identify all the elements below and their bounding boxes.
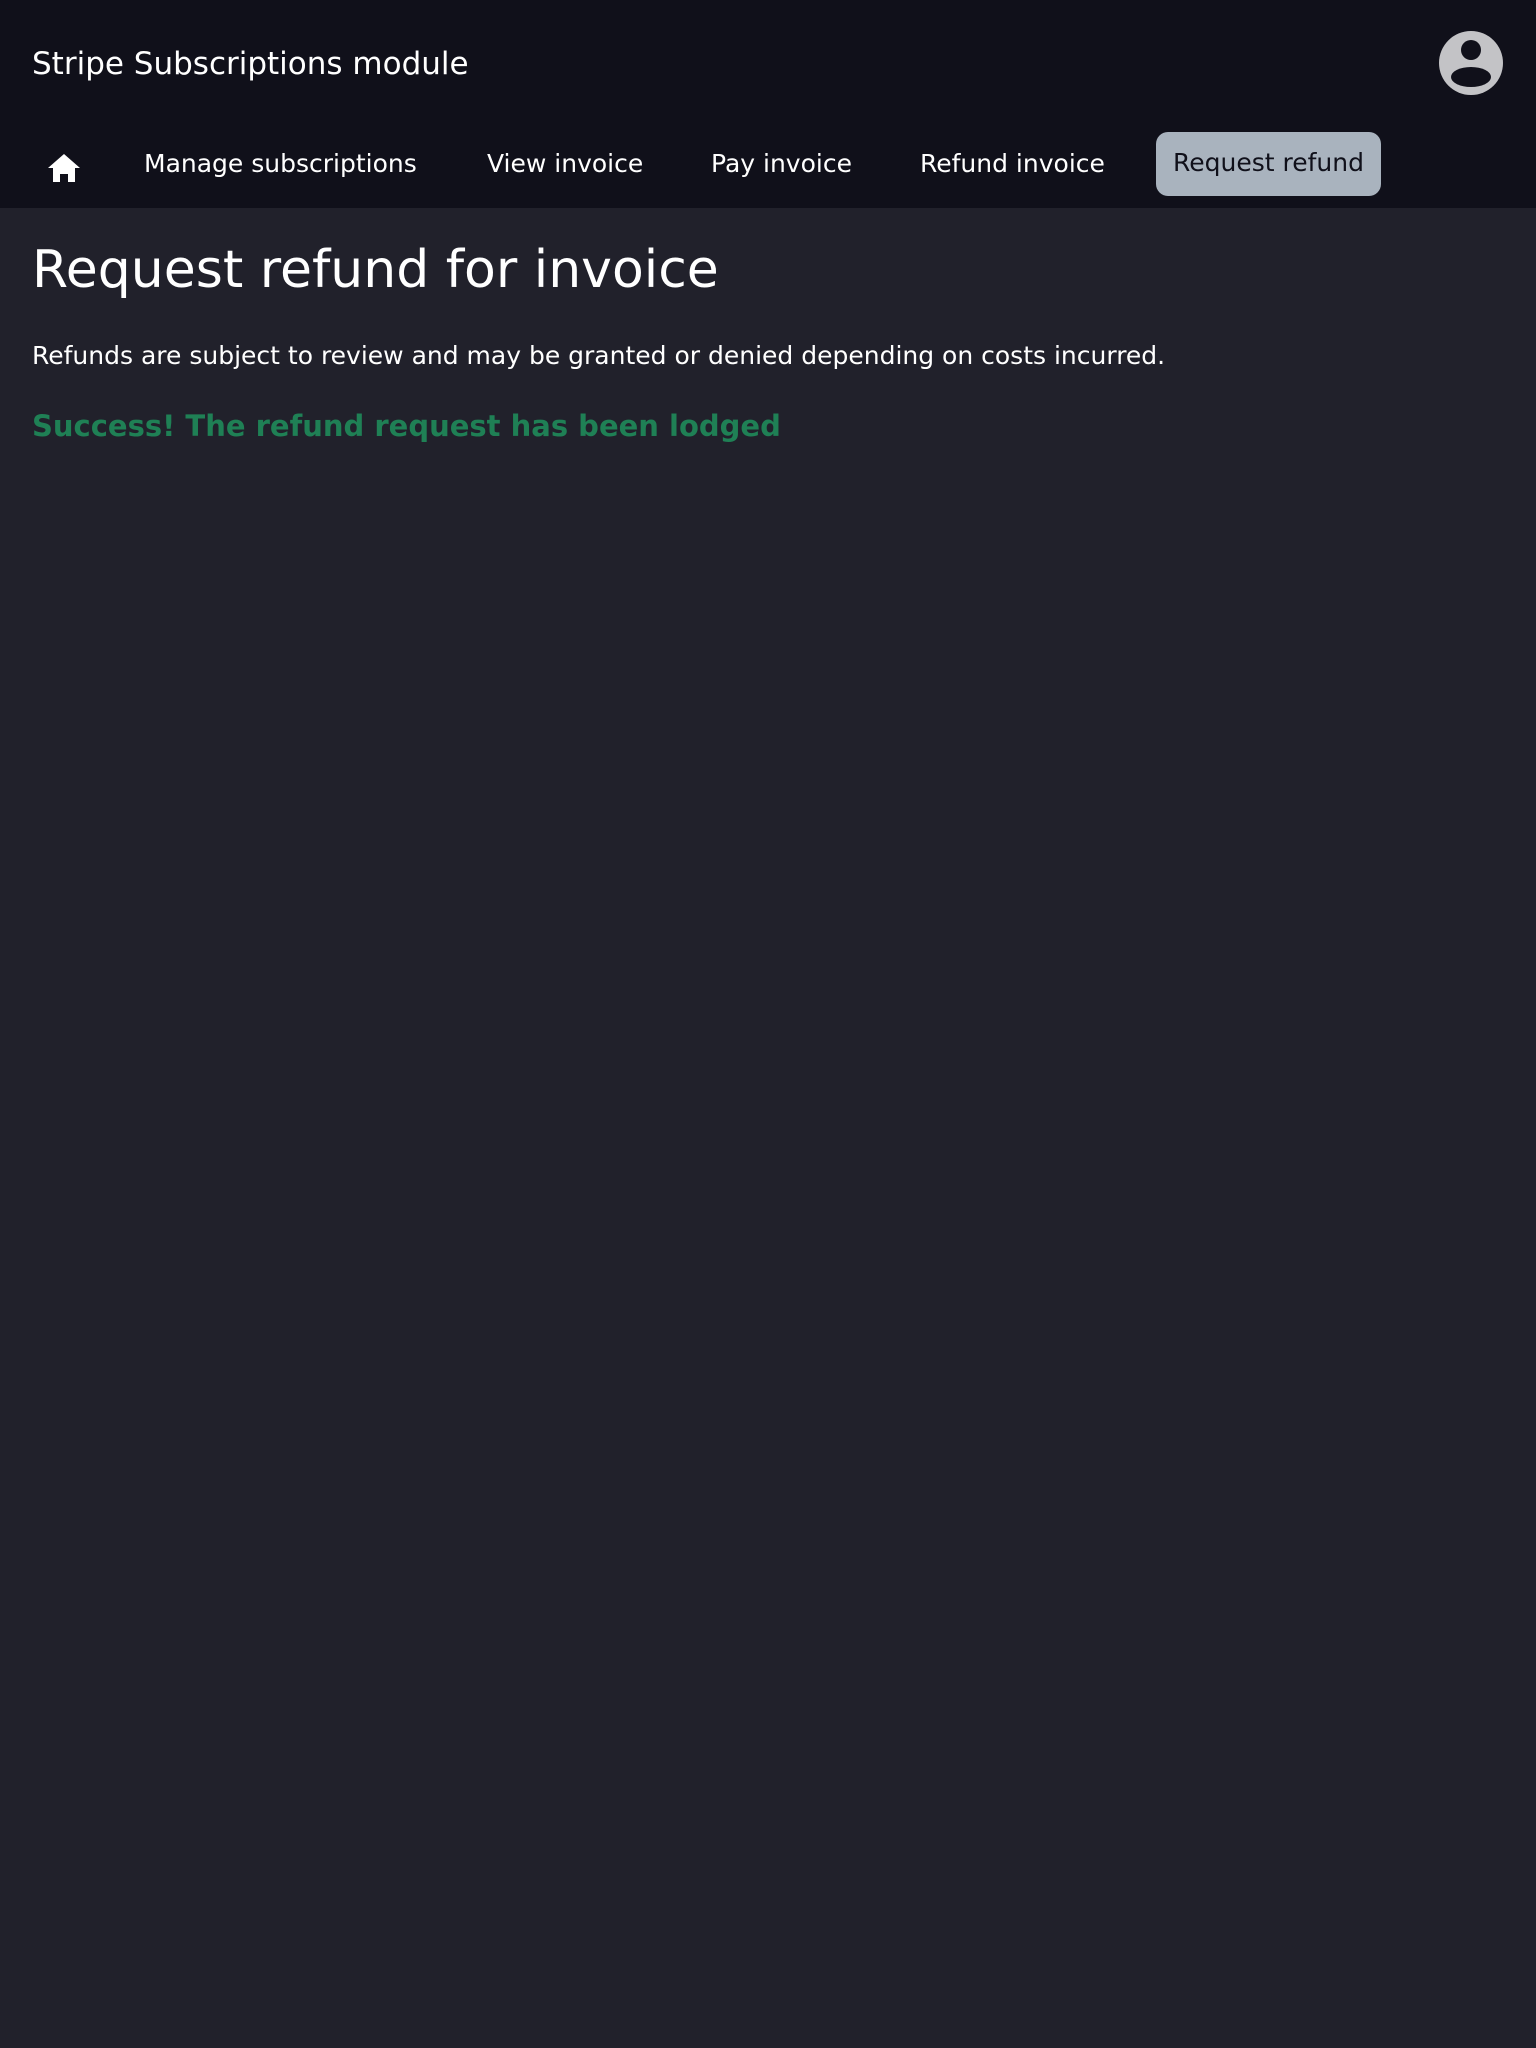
- page-title: Request refund for invoice: [32, 240, 719, 300]
- success-message: Success! The refund request has been lod…: [32, 409, 781, 443]
- nav-item-pay-invoice[interactable]: Pay invoice: [711, 132, 852, 196]
- page-description: Refunds are subject to review and may be…: [32, 341, 1166, 370]
- house-icon: [48, 154, 80, 182]
- main-nav: Manage subscriptions View invoice Pay in…: [0, 132, 1536, 198]
- nav-item-refund-invoice[interactable]: Refund invoice: [920, 132, 1105, 196]
- home-icon[interactable]: [42, 146, 86, 190]
- top-header: Stripe Subscriptions module Manage subsc…: [0, 0, 1536, 208]
- nav-item-request-refund[interactable]: Request refund: [1156, 132, 1381, 196]
- user-silhouette-icon: [1451, 40, 1491, 87]
- user-avatar-icon[interactable]: [1439, 31, 1503, 95]
- app-title: Stripe Subscriptions module: [32, 46, 469, 82]
- nav-item-view-invoice[interactable]: View invoice: [487, 132, 643, 196]
- nav-item-manage-subscriptions[interactable]: Manage subscriptions: [144, 132, 417, 196]
